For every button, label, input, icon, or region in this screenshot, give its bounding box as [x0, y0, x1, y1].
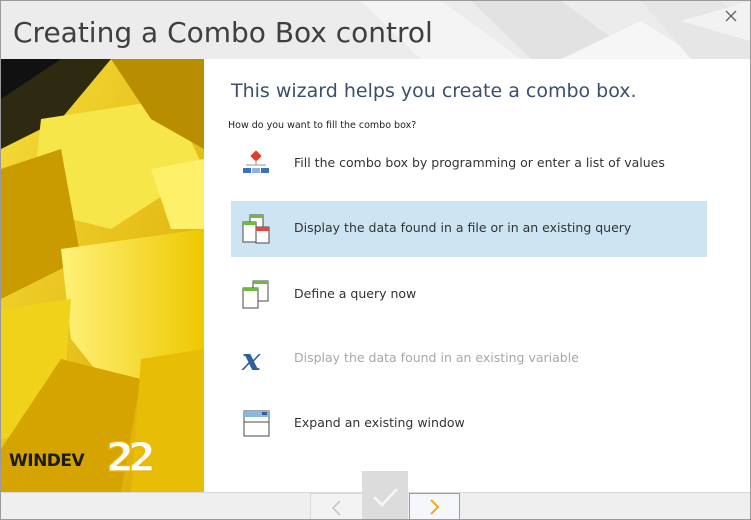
window-title: Creating a Combo Box control	[13, 16, 433, 49]
option-label: Expand an existing window	[294, 415, 465, 430]
check-icon	[373, 488, 398, 507]
window-icon	[243, 410, 270, 437]
define-query-icon	[242, 280, 269, 309]
close-button[interactable]	[720, 5, 742, 27]
option-define-query[interactable]: Define a query now	[231, 267, 707, 323]
option-existing-variable[interactable]: x Display the data found in an existing …	[231, 331, 707, 387]
option-label: Define a query now	[294, 286, 417, 301]
option-file-query[interactable]: Display the data found in a file or in a…	[231, 201, 707, 257]
next-button[interactable]	[409, 493, 460, 519]
wizard-content: This wizard helps you create a combo box…	[204, 59, 750, 492]
wizard-headline: This wizard helps you create a combo box…	[231, 80, 637, 102]
wizard-banner: WINDEV 22	[1, 59, 204, 492]
option-label: Display the data found in a file or in a…	[294, 220, 632, 235]
file-query-icon	[242, 214, 270, 244]
chevron-left-icon	[331, 500, 341, 516]
logo-text: WINDEV	[9, 451, 85, 471]
option-programming[interactable]: Fill the combo box by programming or ent…	[231, 136, 707, 192]
list-values-icon	[243, 150, 269, 173]
wizard-question: How do you want to fill the combo box?	[228, 120, 417, 131]
wizard-window: Creating a Combo Box control WINDEV 22 T…	[0, 0, 751, 520]
title-bar: Creating a Combo Box control	[1, 1, 750, 59]
svg-text:x: x	[241, 344, 261, 374]
close-icon	[725, 10, 737, 22]
option-expand-window[interactable]: Expand an existing window	[231, 396, 707, 452]
previous-button[interactable]	[310, 493, 363, 519]
wizard-footer	[1, 471, 750, 519]
banner-artwork	[1, 59, 204, 492]
option-label: Display the data found in an existing va…	[294, 350, 579, 365]
logo-version: 22	[105, 434, 156, 481]
finish-button[interactable]	[362, 471, 408, 519]
chevron-right-icon	[430, 499, 440, 515]
option-label: Fill the combo box by programming or ent…	[294, 155, 665, 170]
variable-icon: x	[241, 344, 261, 374]
